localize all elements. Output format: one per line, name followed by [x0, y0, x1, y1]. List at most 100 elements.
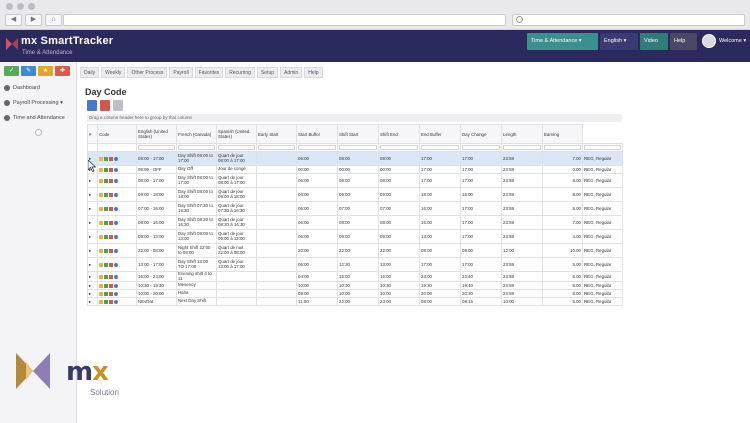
edit-icon[interactable]	[99, 248, 103, 253]
maximize-window-icon[interactable]	[28, 3, 35, 10]
column-filter-input[interactable]	[136, 143, 177, 152]
save-icon[interactable]	[87, 100, 97, 111]
copy-icon[interactable]	[104, 274, 108, 279]
filter-box[interactable]	[258, 145, 295, 150]
column-filter-input[interactable]	[419, 143, 461, 152]
menu-item-daily[interactable]: Daily	[80, 67, 100, 78]
table-row[interactable]: ▸ NEvDat Next Day Shift 11:00 22:00 23:00 08:0…	[87, 297, 623, 307]
delete-icon[interactable]	[109, 167, 113, 172]
expand-row-icon[interactable]: ▸	[87, 215, 98, 230]
column-header[interactable]: Earning	[542, 124, 583, 144]
expand-row-icon[interactable]: ▸	[87, 229, 98, 244]
delete-icon[interactable]	[109, 234, 113, 239]
delete-icon[interactable]	[109, 300, 113, 305]
delete-icon[interactable]	[109, 156, 113, 161]
delete-icon[interactable]	[109, 292, 113, 297]
expand-row-icon[interactable]: ▸	[87, 289, 98, 299]
quick-alert-icon[interactable]: ✚	[55, 66, 70, 76]
table-row[interactable]: ▸ 09:00 - 13:00 Day Shift 09:00 to 13:00 Qu…	[87, 229, 623, 244]
forward-arrow-icon[interactable]: ▶	[25, 14, 42, 26]
menu-item-help[interactable]: Help	[304, 67, 323, 78]
menu-item-favorites[interactable]: Favorites	[194, 67, 224, 78]
sidebar-item-time-attendance[interactable]: Time and Attendance	[4, 112, 74, 124]
table-row[interactable]: ▸ 99:99 - OFF Day Off Jour de congé 00:00 00:…	[87, 165, 623, 174]
delete-icon[interactable]	[109, 248, 113, 253]
table-row[interactable]: ▸ 08:00 - 17:00 Day Shift 08:00 to 17:00 Qu…	[87, 173, 623, 188]
edit-icon[interactable]	[99, 300, 103, 305]
table-row[interactable]: ▸ 13:00 - 17:00 Day Shift 13:00 TO 17:00 Qu…	[87, 257, 623, 272]
info-icon[interactable]	[114, 220, 118, 225]
delete-icon[interactable]	[109, 192, 113, 197]
column-header[interactable]: Length	[501, 124, 543, 144]
edit-icon[interactable]	[99, 284, 103, 289]
filter-box[interactable]	[138, 145, 175, 150]
info-icon[interactable]	[114, 300, 118, 305]
menu-item-setup[interactable]: Setup	[256, 67, 279, 78]
table-row[interactable]: ▸ 08:00 - 16:00 Day Shift 08:30 to 16:30 Qu…	[87, 215, 623, 230]
column-header[interactable]: Shift End	[378, 124, 420, 144]
table-row[interactable]: ▸ 16:00 - 23:00 Evening shift 4 to 11 04:00…	[87, 270, 623, 283]
filter-box[interactable]	[503, 145, 541, 150]
table-row[interactable]: ▸ 07:00 - 16:00 Day Shift 07:30 to 16:30 Qu…	[87, 201, 623, 216]
filter-box[interactable]	[178, 145, 215, 150]
copy-icon[interactable]	[104, 300, 108, 305]
info-icon[interactable]	[114, 292, 118, 297]
column-filter-input[interactable]	[176, 143, 217, 152]
menu-item-admin[interactable]: Admin	[280, 67, 303, 78]
column-header[interactable]: Start Buffer	[296, 124, 338, 144]
module-switch-button[interactable]: Time & Attendance ▾	[527, 33, 598, 50]
info-icon[interactable]	[114, 234, 118, 239]
close-window-icon[interactable]	[6, 3, 13, 10]
copy-icon[interactable]	[104, 192, 108, 197]
sidebar-item-dashboard[interactable]: Dashboard	[4, 82, 74, 94]
expand-row-icon[interactable]: ▸	[87, 257, 98, 272]
edit-icon[interactable]	[99, 220, 103, 225]
home-icon[interactable]: ⌂	[45, 14, 62, 26]
menu-item-recurring[interactable]: Recurring	[225, 67, 255, 78]
quick-check-icon[interactable]: ✓	[4, 66, 19, 76]
copy-icon[interactable]	[104, 234, 108, 239]
quick-star-icon[interactable]: ★	[38, 66, 53, 76]
delete-icon[interactable]	[109, 262, 113, 267]
back-arrow-icon[interactable]: ◀	[5, 14, 22, 26]
table-row[interactable]: ▸ 10:30 - 19:30 Mesenoy 10:00 10:30 10:30 19:3…	[87, 281, 623, 291]
info-icon[interactable]	[114, 167, 118, 172]
copy-icon[interactable]	[104, 156, 108, 161]
edit-icon[interactable]	[99, 234, 103, 239]
copy-icon[interactable]	[104, 206, 108, 211]
column-filter-input[interactable]	[256, 143, 297, 152]
column-filter-input[interactable]	[337, 143, 379, 152]
video-button[interactable]: Video	[640, 33, 668, 50]
edit-icon[interactable]	[99, 206, 103, 211]
info-icon[interactable]	[114, 262, 118, 267]
edit-icon[interactable]	[99, 178, 103, 183]
delete-icon[interactable]	[109, 178, 113, 183]
edit-icon[interactable]	[99, 156, 103, 161]
column-header[interactable]: Day Change	[460, 124, 502, 144]
url-bar[interactable]	[63, 14, 506, 26]
expand-row-icon[interactable]: ▸	[87, 281, 98, 291]
table-row[interactable]: ▸ 22:00 - 08:00 Night Shift 22:00 to 08:00…	[87, 243, 623, 258]
expand-row-icon[interactable]: ▸	[87, 173, 98, 188]
filter-box[interactable]	[584, 145, 621, 150]
copy-icon[interactable]	[104, 262, 108, 267]
column-header[interactable]: Early Start	[256, 124, 297, 144]
copy-icon[interactable]	[104, 220, 108, 225]
info-icon[interactable]	[114, 274, 118, 279]
edit-icon[interactable]	[99, 274, 103, 279]
column-header[interactable]: English (United States)	[136, 124, 177, 144]
info-icon[interactable]	[114, 156, 118, 161]
expand-row-icon[interactable]: ▸	[87, 297, 98, 307]
edit-icon[interactable]	[99, 167, 103, 172]
delete-icon[interactable]	[109, 220, 113, 225]
sidebar-item-payroll[interactable]: Payroll Processing ▾	[4, 97, 74, 109]
edit-icon[interactable]	[99, 192, 103, 197]
table-row[interactable]: ▸ 10:00 - 20:00 Haha 09:00 10:00 10:00 20:00 20…	[87, 289, 623, 299]
expand-row-icon[interactable]: ▸	[87, 243, 98, 258]
menu-item-payroll[interactable]: Payroll	[169, 67, 193, 78]
column-header[interactable]: French (Canada)	[176, 124, 217, 144]
column-header[interactable]: End Buffer	[419, 124, 461, 144]
column-filter-input[interactable]	[378, 143, 420, 152]
column-filter-input[interactable]	[501, 143, 543, 152]
info-icon[interactable]	[114, 248, 118, 253]
